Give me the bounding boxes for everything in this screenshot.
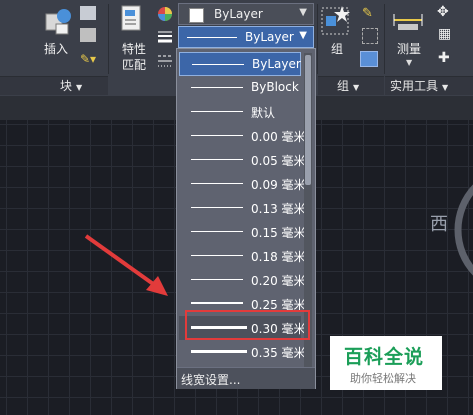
lineweight-icon[interactable] bbox=[157, 30, 173, 44]
list-item[interactable]: ByBlock bbox=[179, 76, 301, 100]
panel-bar-block bbox=[0, 76, 108, 95]
color-dropdown[interactable]: ByLayer ▼ bbox=[178, 3, 314, 25]
color-value: ByLayer bbox=[214, 7, 263, 21]
watermark-subtitle: 助你轻松解决 bbox=[350, 372, 416, 385]
scrollbar-thumb[interactable] bbox=[305, 55, 311, 185]
list-item[interactable]: 0.09 毫米 bbox=[179, 172, 306, 196]
panel-label-block[interactable]: 块 ▼ bbox=[60, 77, 82, 94]
chevron-down-icon: ▼ bbox=[299, 30, 307, 41]
measure-button[interactable]: 测量 bbox=[397, 40, 421, 57]
match-properties-label-line2[interactable]: 匹配 bbox=[122, 56, 146, 73]
group-button[interactable]: 组 bbox=[331, 40, 343, 57]
ribbon-separator bbox=[384, 4, 385, 74]
list-item[interactable]: 0.20 毫米 bbox=[179, 268, 306, 292]
viewcube-ring[interactable] bbox=[448, 162, 473, 302]
ungroup-icon[interactable]: ✎ bbox=[362, 6, 373, 21]
measure-icon[interactable] bbox=[392, 8, 424, 34]
lineweight-settings-label: 线宽设置... bbox=[181, 373, 241, 387]
group-edit-icon[interactable] bbox=[362, 28, 378, 44]
list-item[interactable]: 0.13 毫米 bbox=[179, 196, 306, 220]
group-selection-icon[interactable] bbox=[360, 51, 378, 67]
match-properties-icon[interactable] bbox=[118, 4, 148, 38]
list-item[interactable]: 默认 bbox=[179, 100, 301, 124]
lineweight-value: ByLayer bbox=[245, 30, 294, 44]
chevron-down-icon[interactable]: ▼ bbox=[406, 58, 412, 67]
list-item[interactable]: 0.15 毫米 bbox=[179, 220, 306, 244]
watermark-title: 百科全说 bbox=[344, 346, 425, 368]
watermark: 百科全说 助你轻松解决 bbox=[330, 336, 442, 390]
insert-block-icon[interactable] bbox=[42, 4, 74, 38]
annotation-arrow-icon bbox=[84, 234, 168, 296]
edit-block-icon[interactable] bbox=[80, 28, 96, 42]
calculator-icon[interactable]: ▦ bbox=[438, 26, 451, 42]
quick-select-icon[interactable]: ✚ bbox=[438, 50, 450, 66]
edit-attributes-icon[interactable]: ✎▾ bbox=[80, 52, 96, 66]
chevron-down-icon: ▼ bbox=[299, 7, 307, 18]
group-icon[interactable] bbox=[320, 4, 352, 38]
color-swatch bbox=[189, 8, 204, 23]
list-item[interactable]: 0.35 毫米 bbox=[179, 340, 306, 364]
ribbon-separator bbox=[108, 4, 109, 74]
viewcube-west-label[interactable]: 西 bbox=[430, 210, 448, 236]
create-block-icon[interactable] bbox=[80, 6, 96, 20]
color-wheel-icon[interactable] bbox=[157, 6, 173, 22]
list-item[interactable]: 0.00 毫米 bbox=[179, 124, 306, 148]
list-item[interactable]: 0.05 毫米 bbox=[179, 148, 306, 172]
lineweight-dropdown[interactable]: ByLayer ▼ bbox=[178, 26, 314, 48]
panel-label-utilities[interactable]: 实用工具 ▼ bbox=[390, 77, 448, 94]
lineweight-settings-link[interactable]: 线宽设置... bbox=[177, 367, 315, 389]
match-properties-label-line1[interactable]: 特性 bbox=[122, 40, 146, 57]
linetype-icon[interactable] bbox=[157, 52, 173, 68]
lineweight-preview-line bbox=[187, 37, 237, 38]
id-point-icon[interactable]: ✥ bbox=[437, 4, 449, 20]
list-item[interactable]: ByLayer bbox=[179, 52, 301, 76]
ribbon-separator bbox=[317, 4, 318, 74]
panel-label-group[interactable]: 组 ▼ bbox=[337, 77, 359, 94]
insert-button[interactable]: 插入 bbox=[44, 40, 68, 57]
highlight-box bbox=[185, 310, 310, 340]
list-item[interactable]: 0.18 毫米 bbox=[179, 244, 306, 268]
